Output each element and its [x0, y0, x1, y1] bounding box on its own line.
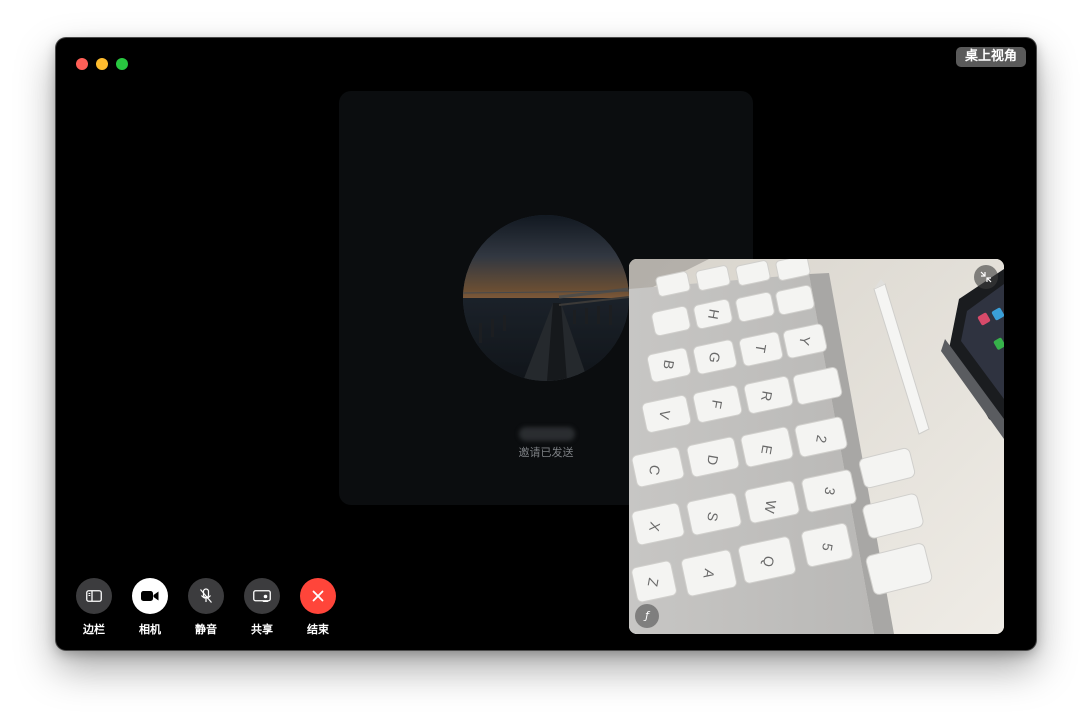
self-camera-preview[interactable]: Z A Q X S W C D E V F R B G T Y H 5 3 2: [629, 259, 1004, 634]
window-controls: [76, 58, 128, 70]
camera-button[interactable]: [132, 578, 168, 614]
zoom-window-button[interactable]: [116, 58, 128, 70]
microphone-muted-icon: [200, 588, 212, 603]
effects-button[interactable]: ƒ: [635, 604, 659, 628]
facetime-window: 桌上视角 邀请已发送 边栏 相机 静音 共享 结束 Z A Q X S W C …: [56, 38, 1036, 650]
contact-avatar: [463, 215, 629, 381]
share-control[interactable]: 共享: [244, 578, 280, 637]
mute-button[interactable]: [188, 578, 224, 614]
contact-name-redacted: [519, 427, 575, 441]
collapse-arrows-icon: [980, 271, 992, 283]
mute-label: 静音: [195, 623, 217, 636]
mute-control[interactable]: 静音: [188, 578, 224, 637]
call-controls: 边栏 相机 静音 共享 结束: [76, 578, 336, 637]
pier-photo: [463, 215, 629, 381]
end-call-control[interactable]: 结束: [300, 578, 336, 637]
share-button[interactable]: [244, 578, 280, 614]
sidebar-control[interactable]: 边栏: [76, 578, 112, 637]
close-icon: [312, 590, 324, 602]
minimize-window-button[interactable]: [96, 58, 108, 70]
sidebar-label: 边栏: [83, 623, 105, 636]
desk-view-button[interactable]: 桌上视角: [955, 47, 1026, 67]
keyboard-camera-feed: Z A Q X S W C D E V F R B G T Y H 5 3 2: [629, 259, 1004, 634]
camera-control[interactable]: 相机: [132, 578, 168, 637]
sidebar-icon: [86, 590, 102, 602]
collapse-preview-button[interactable]: [974, 265, 998, 289]
sidebar-button[interactable]: [76, 578, 112, 614]
share-label: 共享: [251, 623, 273, 636]
camera-label: 相机: [139, 623, 161, 636]
close-window-button[interactable]: [76, 58, 88, 70]
end-call-button[interactable]: [300, 578, 336, 614]
video-camera-icon: [141, 591, 159, 601]
screen-share-icon: [253, 589, 271, 602]
end-call-label: 结束: [307, 623, 329, 636]
